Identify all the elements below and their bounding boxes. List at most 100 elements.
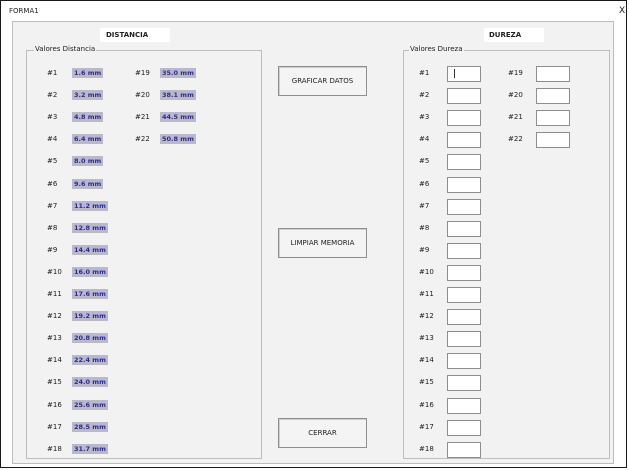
dureza-item-label: #13 <box>419 334 434 343</box>
distancia-item-value: 17.6 mm <box>72 289 108 299</box>
dureza-item-label: #1 <box>419 69 430 77</box>
distancia-header: DISTANCIA <box>106 31 149 39</box>
distancia-item-value: 6.4 mm <box>72 134 104 145</box>
distancia-item-label: #5 <box>47 157 58 166</box>
distancia-item-value: 1.6 mm <box>72 68 104 78</box>
dureza-item-label: #7 <box>419 201 430 210</box>
dureza-item-label: #21 <box>508 113 523 122</box>
dureza-item-label: #5 <box>419 157 430 166</box>
distancia-item-value: 20.8 mm <box>72 333 108 344</box>
distancia-item-label: #18 <box>47 444 62 453</box>
distancia-item-value: 31.7 mm <box>72 443 108 454</box>
distancia-item-value: 28.5 mm <box>72 421 108 432</box>
distancia-item-label: #15 <box>47 378 62 387</box>
distancia-item-label: #12 <box>47 312 62 321</box>
dureza-input[interactable] <box>447 375 481 392</box>
distancia-item-value: 44.5 mm <box>160 112 196 123</box>
distancia-item-label: #8 <box>47 223 58 232</box>
dureza-item-label: #22 <box>508 135 523 144</box>
distancia-item-label: #17 <box>47 422 62 431</box>
distancia-item-value: 9.6 mm <box>72 178 104 189</box>
dureza-input[interactable] <box>447 353 481 370</box>
distancia-item-label: #14 <box>47 356 62 365</box>
dureza-item-label: #11 <box>419 290 434 298</box>
dureza-input[interactable] <box>536 88 570 105</box>
dureza-input[interactable] <box>536 110 570 127</box>
dureza-item-label: #14 <box>419 356 434 365</box>
distancia-item-label: #2 <box>47 91 58 100</box>
graficar-datos-button[interactable]: GRAFICAR DATOS <box>278 66 367 96</box>
dureza-input[interactable] <box>447 264 481 281</box>
dureza-item-label: #10 <box>419 267 434 276</box>
distancia-item-value: 24.0 mm <box>72 377 108 388</box>
dureza-input[interactable] <box>447 132 481 149</box>
dureza-item-label: #2 <box>419 91 430 100</box>
dureza-input[interactable] <box>447 441 481 458</box>
distancia-item-value: 3.2 mm <box>72 90 104 101</box>
dureza-input[interactable] <box>447 176 481 193</box>
window-title: FORMA1 <box>9 7 39 15</box>
distancia-item-label: #21 <box>135 113 150 122</box>
dureza-input[interactable] <box>447 88 481 105</box>
distancia-item-value: 11.2 mm <box>72 200 108 211</box>
distancia-item-value: 25.6 mm <box>72 399 108 410</box>
distancia-item-value: 50.8 mm <box>160 134 196 145</box>
distancia-item-label: #20 <box>135 91 150 100</box>
distancia-item-value: 16.0 mm <box>72 266 108 277</box>
distancia-item-label: #19 <box>135 69 150 77</box>
dureza-input[interactable] <box>447 154 481 171</box>
dureza-input[interactable] <box>447 419 481 436</box>
distancia-item-value: 19.2 mm <box>72 311 108 322</box>
dureza-item-label: #17 <box>419 422 434 431</box>
dureza-item-label: #8 <box>419 223 430 232</box>
distancia-group-title: Valores Distancia <box>34 45 97 54</box>
dureza-input[interactable] <box>447 397 481 414</box>
distancia-item-value: 12.8 mm <box>72 222 108 233</box>
distancia-item-value: 35.0 mm <box>160 68 196 78</box>
dureza-item-label: #3 <box>419 113 430 122</box>
distancia-item-value: 22.4 mm <box>72 355 108 366</box>
distancia-item-label: #13 <box>47 334 62 343</box>
distancia-item-label: #11 <box>47 290 62 298</box>
dureza-input[interactable] <box>447 309 481 326</box>
dureza-group-title: Valores Dureza <box>409 45 464 54</box>
distancia-item-value: 8.0 mm <box>72 156 104 167</box>
dureza-item-label: #12 <box>419 312 434 321</box>
distancia-item-label: #9 <box>47 245 58 254</box>
dureza-input[interactable] <box>447 220 481 237</box>
distancia-item-label: #16 <box>47 400 62 409</box>
close-icon[interactable]: X <box>619 7 625 16</box>
limpiar-memoria-button[interactable]: LIMPIAR MEMORIA <box>278 228 367 258</box>
dureza-input[interactable] <box>536 66 570 82</box>
dureza-input[interactable] <box>447 287 481 303</box>
distancia-item-label: #3 <box>47 113 58 122</box>
dureza-input[interactable] <box>447 198 481 215</box>
distancia-item-label: #22 <box>135 135 150 144</box>
distancia-item-label: #10 <box>47 267 62 276</box>
dureza-item-label: #19 <box>508 69 523 77</box>
dureza-header: DUREZA <box>489 31 522 39</box>
cerrar-button[interactable]: CERRAR <box>278 418 367 448</box>
dureza-item-label: #20 <box>508 91 523 100</box>
dureza-item-label: #18 <box>419 444 434 453</box>
distancia-item-value: 38.1 mm <box>160 90 196 101</box>
dureza-item-label: #4 <box>419 135 430 144</box>
text-cursor-icon <box>454 69 455 78</box>
dureza-item-label: #6 <box>419 179 430 188</box>
dureza-group <box>403 50 610 459</box>
dureza-item-label: #15 <box>419 378 434 387</box>
distancia-group <box>26 50 262 459</box>
distancia-item-value: 14.4 mm <box>72 244 108 255</box>
distancia-item-label: #4 <box>47 135 58 144</box>
distancia-item-value: 4.8 mm <box>72 112 104 123</box>
dureza-input[interactable] <box>447 66 481 82</box>
dureza-input[interactable] <box>447 110 481 127</box>
distancia-item-label: #6 <box>47 179 58 188</box>
dureza-item-label: #16 <box>419 400 434 409</box>
dureza-input[interactable] <box>447 331 481 348</box>
distancia-item-label: #1 <box>47 69 58 77</box>
dureza-item-label: #9 <box>419 245 430 254</box>
dureza-input[interactable] <box>447 242 481 259</box>
dureza-input[interactable] <box>536 132 570 149</box>
distancia-item-label: #7 <box>47 201 58 210</box>
